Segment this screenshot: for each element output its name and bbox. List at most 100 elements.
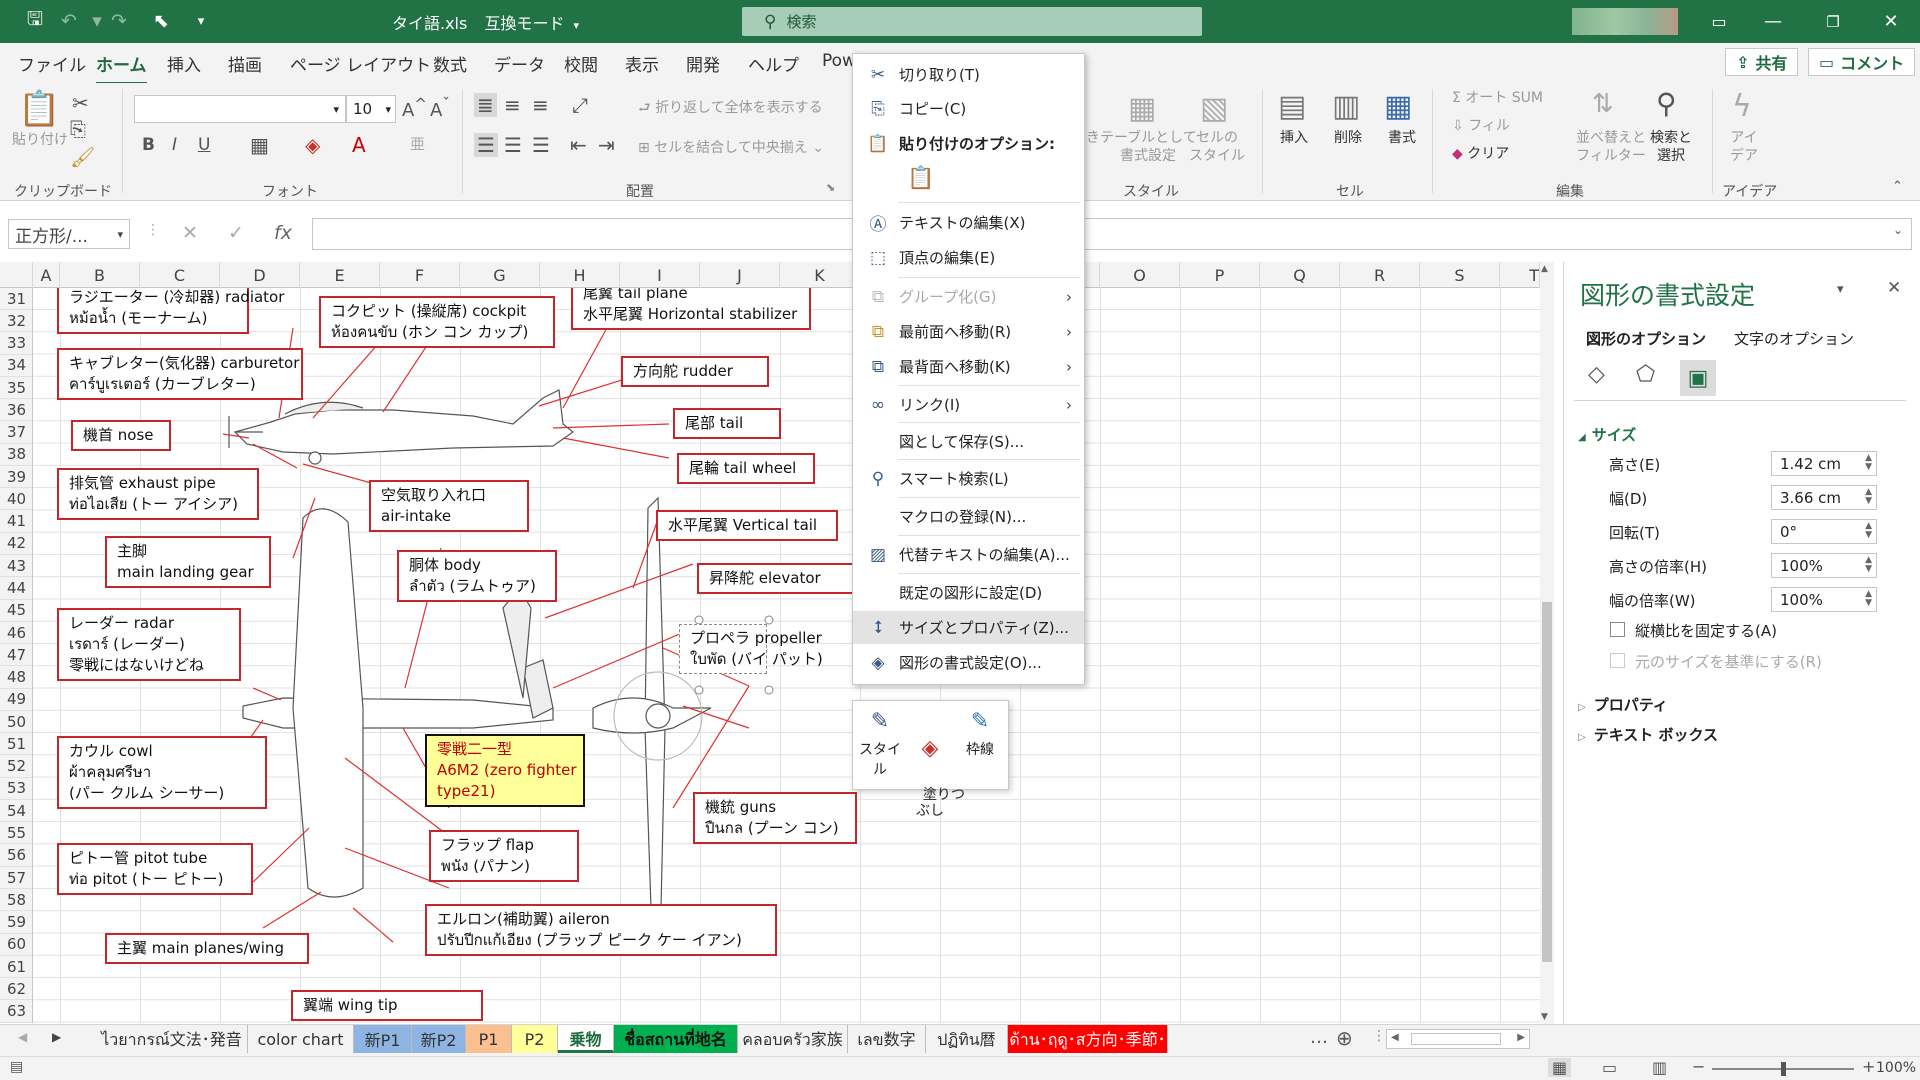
menu-item-format-shape[interactable]: ◈ 図形の書式設定(O)... <box>853 646 1084 679</box>
tab-insert[interactable]: 挿入 <box>167 51 201 76</box>
row-header[interactable]: 38 <box>0 444 32 466</box>
increase-font-icon[interactable]: A^ <box>402 95 427 121</box>
label-tail-wheel[interactable]: 尾輪 tail wheel <box>677 453 815 484</box>
delete-cells-button[interactable]: 削除 <box>1334 129 1362 147</box>
user-avatar[interactable] <box>1572 8 1678 35</box>
underline-icon[interactable]: U <box>198 135 210 155</box>
orientation-icon[interactable]: ⤢ <box>572 93 588 117</box>
label-zero-fighter[interactable]: 零戦二一型 A6M2 (zero fighter type21) <box>425 734 585 807</box>
menu-item-size-properties[interactable]: ⭥ サイズとプロパティ(Z)... <box>853 611 1084 644</box>
collapse-ribbon-icon[interactable]: ⌃ <box>1892 179 1903 194</box>
fill-button[interactable]: ⇩ フィル <box>1452 117 1510 135</box>
sheet-tab[interactable]: 新P2 <box>412 1025 466 1053</box>
row-header[interactable]: 57 <box>0 867 32 890</box>
search-box[interactable]: ⚲ 検索 <box>742 7 1202 36</box>
label-flap[interactable]: フラップ flap พนัง (パナン) <box>429 830 579 882</box>
menu-item-smart-lookup[interactable]: ⚲ スマート検索(L) <box>853 462 1084 495</box>
vertical-scrollbar[interactable]: ▲ ▼ <box>1540 262 1554 1024</box>
column-header[interactable]: I <box>620 262 700 288</box>
delete-cells-icon[interactable]: ▥ <box>1332 89 1360 124</box>
size-properties-icon[interactable]: ▣ <box>1680 360 1716 396</box>
label-rudder[interactable]: 方向舵 rudder <box>621 356 769 387</box>
align-right-icon[interactable]: ☰ <box>532 133 550 157</box>
row-header[interactable]: 39 <box>0 466 32 489</box>
label-tail[interactable]: 尾部 tail <box>673 408 781 439</box>
column-header[interactable]: E <box>300 262 380 288</box>
row-header[interactable]: 62 <box>0 978 32 1001</box>
label-nose[interactable]: 機首 nose <box>71 420 171 451</box>
zoom-in-icon[interactable]: + <box>1862 1057 1875 1076</box>
mini-fill-button[interactable]: ◈ 塗りつ ぶし <box>905 709 965 835</box>
label-main-landing-gear[interactable]: 主脚 main landing gear <box>105 536 271 588</box>
sheet-tab[interactable]: เลข数字 <box>848 1025 926 1053</box>
spinner-icon[interactable]: ▲ ▼ <box>1865 488 1872 506</box>
zoom-out-icon[interactable]: − <box>1692 1057 1705 1076</box>
column-header[interactable]: R <box>1340 262 1420 288</box>
format-painter-icon[interactable]: 🖌 <box>70 145 95 169</box>
align-middle-icon[interactable]: ≡ <box>504 93 521 117</box>
decrease-indent-icon[interactable]: ⇤ <box>570 133 587 157</box>
spinner-icon[interactable]: ▲ ▼ <box>1865 556 1872 574</box>
new-sheet-icon[interactable]: ⊕ <box>1336 1026 1353 1050</box>
menu-item-link[interactable]: ∞ リンク(I) › <box>853 388 1084 421</box>
label-vertical-tail[interactable]: 水平尾翼 Vertical tail <box>656 510 838 541</box>
name-box[interactable]: 正方形/... ▾ <box>8 219 130 249</box>
height-field[interactable]: 1.42 cm ▲ ▼ <box>1771 451 1877 476</box>
tab-power[interactable]: Pow <box>822 51 856 71</box>
select-all-corner[interactable] <box>0 262 33 288</box>
more-sheets-icon[interactable]: … <box>1310 1027 1328 1048</box>
sheet-tab[interactable]: ปฏิทิน暦 <box>926 1025 1008 1053</box>
macro-record-icon[interactable]: ▤ <box>10 1059 23 1075</box>
tab-home[interactable]: ホーム <box>96 51 147 85</box>
share-button[interactable]: ⇪ 共有 <box>1725 48 1799 76</box>
row-header[interactable]: 44 <box>0 578 32 600</box>
section-properties-toggle[interactable]: ▷ プロパティ <box>1578 694 1668 715</box>
row-header[interactable]: 33 <box>0 333 32 355</box>
menu-item-bring-to-front[interactable]: ⧉ 最前面へ移動(R) › <box>853 315 1084 348</box>
menu-item-edit-alt-text[interactable]: ▨ 代替テキストの編集(A)... <box>853 538 1084 571</box>
italic-icon[interactable]: I <box>172 135 177 155</box>
column-header[interactable]: H <box>540 262 620 288</box>
ideas-icon[interactable]: ϟ <box>1732 89 1752 124</box>
column-header[interactable]: K <box>780 262 860 288</box>
font-size-field[interactable]: 10 ▾ <box>346 95 396 123</box>
tab-formulas[interactable]: 数式 <box>433 51 467 76</box>
label-elevator[interactable]: 昇降舵 elevator <box>697 563 855 594</box>
label-carburetor[interactable]: キャブレター(気化器) carburetor คาร์บูเรเตอร์ (カー… <box>57 348 303 400</box>
scroll-down-icon[interactable]: ▼ <box>1541 1012 1548 1022</box>
label-body[interactable]: 胴体 body ลำตัว (ラムトゥア) <box>397 550 557 602</box>
scroll-right-icon[interactable]: ▶ <box>52 1030 61 1044</box>
format-as-table-icon[interactable]: ▦ <box>1128 91 1156 126</box>
cell-styles-icon[interactable]: ▧ <box>1200 91 1228 126</box>
label-air-intake[interactable]: 空気取り入れ口 air-intake <box>369 480 529 532</box>
undo-icon[interactable]: ↶ <box>56 8 82 34</box>
menu-item-edit-points[interactable]: ⬚ 頂点の編集(E) <box>853 241 1084 274</box>
menu-item-save-as-picture[interactable]: 図として保存(S)... <box>853 425 1084 458</box>
section-textbox-toggle[interactable]: ▷ テキスト ボックス <box>1578 724 1718 745</box>
sheet-tab[interactable]: คลอบครัว家族 <box>738 1025 848 1053</box>
row-header[interactable]: 36 <box>0 399 32 422</box>
align-bottom-icon[interactable]: ≡ <box>532 93 549 117</box>
bold-icon[interactable]: B <box>142 135 155 155</box>
scroll-thumb[interactable] <box>1542 602 1552 962</box>
tab-draw[interactable]: 描画 <box>228 51 262 76</box>
insert-function-icon[interactable]: fx <box>274 222 292 244</box>
find-select-button[interactable]: 検索と 選択 <box>1650 129 1692 165</box>
label-pitot-tube[interactable]: ピトー管 pitot tube ท่อ pitot (トー ピトー) <box>57 843 253 895</box>
dialog-launcher-icon[interactable]: ⬊ <box>826 181 835 194</box>
sheet-tab[interactable]: color chart <box>248 1025 354 1053</box>
lock-aspect-checkbox[interactable] <box>1610 622 1625 637</box>
align-top-icon[interactable]: ≣ <box>474 93 497 117</box>
clear-button[interactable]: ◆ クリア <box>1452 145 1509 163</box>
menu-item-send-to-back[interactable]: ⧉ 最背面へ移動(K) › <box>853 350 1084 383</box>
sheet-tab[interactable]: P1 <box>466 1025 512 1053</box>
row-header[interactable]: 40 <box>0 488 32 511</box>
row-header[interactable]: 43 <box>0 555 32 578</box>
row-header[interactable]: 45 <box>0 600 32 622</box>
rotation-field[interactable]: 0° ▲ ▼ <box>1771 519 1877 544</box>
sheet-tab[interactable]: ชื่อสถานที่地名 <box>614 1025 738 1053</box>
row-header[interactable]: 54 <box>0 800 32 823</box>
spinner-icon[interactable]: ▲ ▼ <box>1865 590 1872 608</box>
column-header[interactable]: J <box>700 262 780 288</box>
format-cells-icon[interactable]: ▦ <box>1384 89 1412 124</box>
